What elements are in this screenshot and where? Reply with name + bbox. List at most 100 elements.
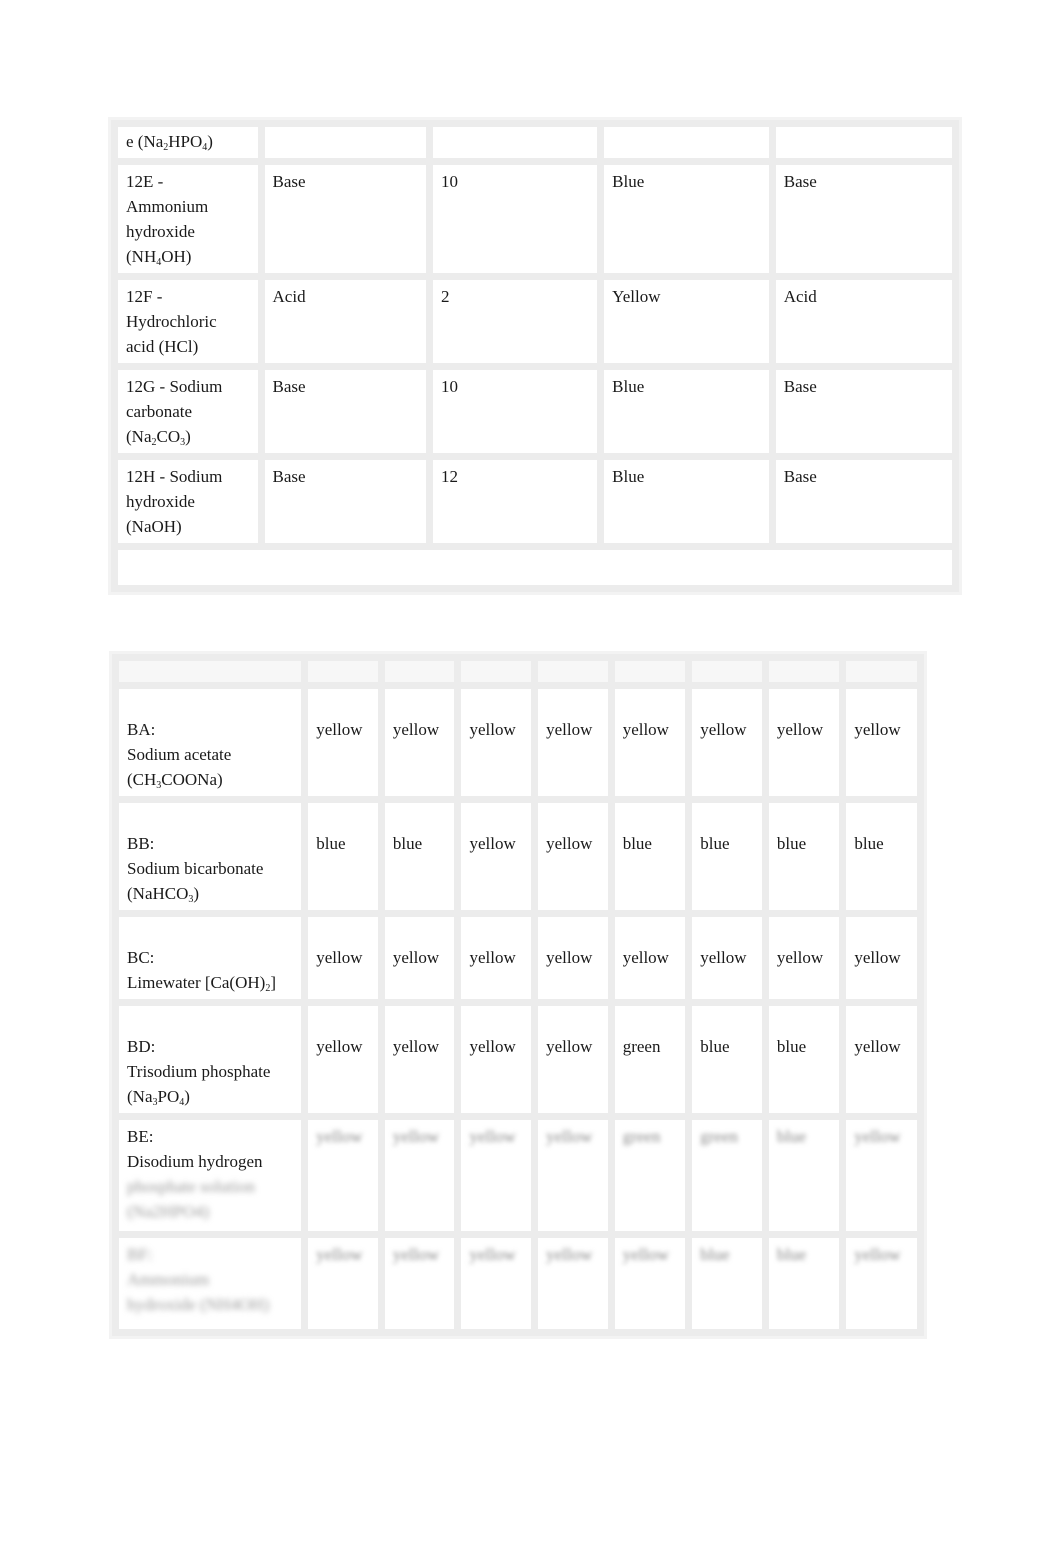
color-cell: Blue	[597, 158, 776, 280]
table-row: 12H - Sodium hydroxide (NaOH) Base 12 Bl…	[111, 453, 960, 550]
color-cell: blue	[761, 999, 847, 1120]
substance-cell: BE: Disodium hydrogen phosphate solution…	[111, 1113, 309, 1238]
color-cell: green	[607, 999, 693, 1120]
table-row: 12F - Hydrochloric acid (HCl) Acid 2 Yel…	[111, 273, 960, 370]
header-cell	[111, 654, 309, 689]
empty-cell	[111, 543, 959, 592]
header-cell	[454, 654, 539, 689]
substance-cell: BB: Sodium bicarbonate (NaHCO3)	[111, 796, 309, 917]
blurred-color-cell: yellow	[301, 1113, 385, 1238]
header-cell	[685, 654, 769, 689]
table-row: 12G - Sodium carbonate (Na2CO3) Base 10 …	[111, 363, 960, 460]
color-cell: yellow	[454, 682, 539, 803]
table-row: e (Na2HPO4)	[111, 120, 960, 165]
blurred-color-cell: blue	[761, 1231, 847, 1336]
color-cell: yellow	[839, 682, 924, 803]
color-cell: yellow	[301, 999, 385, 1120]
prediction-cell: Base	[257, 453, 433, 550]
table-row-empty	[111, 543, 959, 592]
header-cell	[301, 654, 385, 689]
blurred-color-cell: yellow	[607, 1231, 693, 1336]
header-cell	[531, 654, 615, 689]
color-cell: yellow	[839, 999, 924, 1120]
color-cell: yellow	[531, 910, 615, 1006]
blurred-text: Ammonium	[127, 1270, 210, 1289]
color-cell: yellow	[531, 682, 615, 803]
result-cell: Base	[768, 158, 960, 280]
blurred-color-cell: yellow	[377, 1113, 462, 1238]
blurred-color-cell: yellow	[377, 1231, 462, 1336]
prediction-cell: Base	[257, 158, 433, 280]
header-cell	[377, 654, 462, 689]
color-cell: blue	[301, 796, 385, 917]
blurred-color-cell: yellow	[531, 1231, 615, 1336]
color-cell: Blue	[597, 453, 776, 550]
blurred-color-cell: blue	[685, 1231, 769, 1336]
empty-cell	[597, 120, 776, 165]
color-cell: yellow	[685, 910, 769, 1006]
color-cell: Yellow	[597, 273, 776, 370]
blurred-color-cell: yellow	[839, 1231, 924, 1336]
color-cell: blue	[685, 796, 769, 917]
blurred-color-cell: yellow	[454, 1231, 539, 1336]
table-row: BB: Sodium bicarbonate (NaHCO3) blue blu…	[111, 796, 924, 917]
formula: (NaHCO3)	[127, 884, 200, 905]
prediction-cell: Base	[257, 363, 433, 460]
color-cell: yellow	[377, 910, 462, 1006]
table-header-row	[111, 654, 924, 689]
color-cell: yellow	[839, 910, 924, 1006]
formula: (Na3PO4)	[127, 1087, 190, 1108]
color-cell: blue	[761, 796, 847, 917]
substance-cell: BA: Sodium acetate (CH3COONa)	[111, 682, 309, 803]
results-table-2: BA: Sodium acetate (CH3COONa) yellow yel…	[109, 651, 927, 1339]
empty-cell	[768, 120, 960, 165]
table-row: BA: Sodium acetate (CH3COONa) yellow yel…	[111, 682, 924, 803]
blurred-color-cell: green	[685, 1113, 769, 1238]
substance-cell: 12H - Sodium hydroxide (NaOH)	[111, 453, 265, 550]
formula: (NH4OH)	[126, 247, 192, 268]
substance-cell: BF: Ammonium hydroxide (NH4OH)	[111, 1231, 309, 1336]
table-row: BC: Limewater [Ca(OH)2] yellow yellow ye…	[111, 910, 924, 1006]
ph-cell: 12	[425, 453, 605, 550]
table-row: BD: Trisodium phosphate (Na3PO4) yellow …	[111, 999, 924, 1120]
table-row-blurred: BF: Ammonium hydroxide (NH4OH) yellow ye…	[111, 1231, 924, 1336]
blurred-text: phosphate solution	[127, 1177, 255, 1196]
color-cell: yellow	[454, 910, 539, 1006]
color-cell: blue	[377, 796, 462, 917]
result-cell: Base	[768, 453, 960, 550]
color-cell: yellow	[454, 796, 539, 917]
color-cell: yellow	[761, 910, 847, 1006]
color-cell: blue	[839, 796, 924, 917]
blurred-color-cell: green	[607, 1113, 693, 1238]
color-cell: Blue	[597, 363, 776, 460]
color-cell: blue	[685, 999, 769, 1120]
ph-cell: 2	[425, 273, 605, 370]
table-row-partially-blurred: BE: Disodium hydrogen phosphate solution…	[111, 1113, 924, 1238]
header-cell	[607, 654, 693, 689]
blurred-text: hydroxide (NH4OH)	[127, 1295, 270, 1314]
substance-cell: 12G - Sodium carbonate (Na2CO3)	[111, 363, 265, 460]
ph-cell: 10	[425, 363, 605, 460]
color-cell: yellow	[301, 910, 385, 1006]
prediction-cell: Acid	[257, 273, 433, 370]
blurred-color-cell: yellow	[839, 1113, 924, 1238]
substance-cell: e (Na2HPO4)	[111, 120, 265, 165]
color-cell: yellow	[531, 999, 615, 1120]
formula: Limewater [Ca(OH)2]	[127, 973, 276, 994]
blurred-color-cell: yellow	[454, 1113, 539, 1238]
table-row: 12E - Ammonium hydroxide (NH4OH) Base 10…	[111, 158, 960, 280]
substance-cell: 12F - Hydrochloric acid (HCl)	[111, 273, 265, 370]
formula: (Na2CO3)	[126, 427, 191, 448]
empty-cell	[257, 120, 433, 165]
results-table-1: e (Na2HPO4) 12E - Ammonium hydroxide (NH…	[108, 117, 962, 595]
header-cell	[761, 654, 847, 689]
color-cell: yellow	[531, 796, 615, 917]
color-cell: yellow	[685, 682, 769, 803]
color-cell: yellow	[607, 910, 693, 1006]
substance-cell: BD: Trisodium phosphate (Na3PO4)	[111, 999, 309, 1120]
color-cell: yellow	[454, 999, 539, 1120]
ph-cell: 10	[425, 158, 605, 280]
color-cell: yellow	[377, 999, 462, 1120]
header-cell	[839, 654, 924, 689]
substance-cell: BC: Limewater [Ca(OH)2]	[111, 910, 309, 1006]
